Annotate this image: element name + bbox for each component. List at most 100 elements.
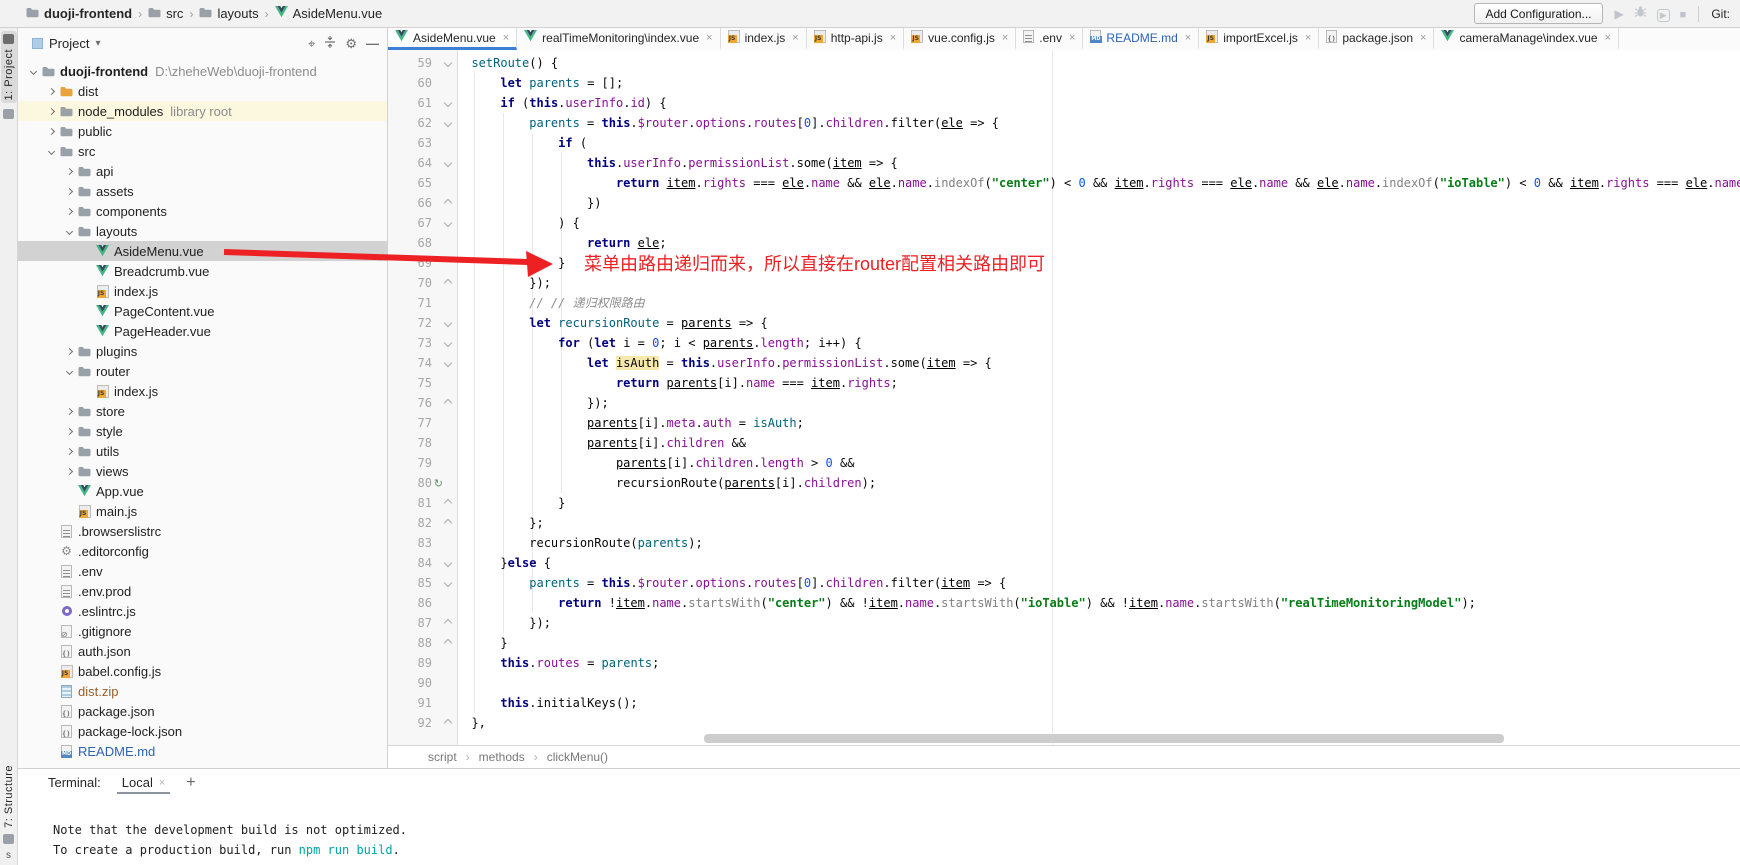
chevron-closed-icon[interactable] [44, 89, 58, 94]
tree-item-public[interactable]: public [18, 121, 387, 141]
close-icon[interactable]: × [503, 32, 509, 44]
tree-item-utils[interactable]: utils [18, 441, 387, 461]
tree-item-pagecontent-vue[interactable]: PageContent.vue [18, 301, 387, 321]
git-label[interactable]: Git: [1711, 7, 1730, 21]
run-icon[interactable]: ▶ [1615, 5, 1624, 23]
structure-stripe-label[interactable]: 7: Structure [3, 765, 15, 828]
chevron-closed-icon[interactable] [62, 209, 76, 214]
chevron-down-icon[interactable]: ▾ [95, 38, 100, 49]
terminal-tab-local[interactable]: Local × [117, 771, 171, 794]
add-configuration-button[interactable]: Add Configuration... [1474, 3, 1602, 24]
tab-realtimemonitoring-index-vue[interactable]: realTimeMonitoring\index.vue× [517, 28, 720, 50]
collapse-all-icon[interactable] [324, 36, 336, 51]
fold-close-icon[interactable] [432, 620, 457, 626]
tree-item-editorconfig[interactable]: ⚙.editorconfig [18, 541, 387, 561]
fold-open-icon[interactable] [432, 100, 457, 106]
tab-importexcel-js[interactable]: JSimportExcel.js× [1199, 28, 1319, 50]
fold-open-icon[interactable] [432, 120, 457, 126]
breadcrumb-item-layouts[interactable]: layouts [199, 6, 258, 21]
tree-item-plugins[interactable]: plugins [18, 341, 387, 361]
tree-item-dist[interactable]: dist [18, 81, 387, 101]
editor-breadcrumb-methods[interactable]: methods [479, 750, 525, 764]
tree-item-assets[interactable]: assets [18, 181, 387, 201]
fold-open-icon[interactable] [432, 160, 457, 166]
chevron-closed-icon[interactable] [44, 109, 58, 114]
recursive-call-icon[interactable]: ↻ [432, 477, 457, 490]
fold-open-icon[interactable] [432, 560, 457, 566]
tab-asidemenu-vue[interactable]: AsideMenu.vue× [388, 28, 517, 50]
coverage-icon[interactable]: ▶ [1657, 5, 1670, 23]
chevron-closed-icon[interactable] [62, 189, 76, 194]
tab-readme-md[interactable]: MDREADME.md× [1083, 28, 1199, 50]
chevron-open-icon[interactable] [44, 149, 58, 154]
tree-item-layouts[interactable]: layouts [18, 221, 387, 241]
tab-package-json[interactable]: {)package.json× [1319, 28, 1434, 50]
close-icon[interactable]: × [1002, 32, 1008, 44]
tree-item-components[interactable]: components [18, 201, 387, 221]
debug-icon[interactable] [1634, 5, 1647, 23]
chevron-closed-icon[interactable] [62, 169, 76, 174]
stripe-icon-bottom[interactable] [3, 834, 14, 844]
fold-open-icon[interactable] [432, 320, 457, 326]
tree-item-asidemenu-vue[interactable]: AsideMenu.vue [18, 241, 387, 261]
close-icon[interactable]: × [792, 32, 798, 44]
settings-icon[interactable]: ⚙ [345, 36, 357, 51]
tab-vue-config-js[interactable]: JSvue.config.js× [904, 28, 1016, 50]
stop-icon[interactable]: ■ [1680, 5, 1687, 23]
chevron-closed-icon[interactable] [62, 429, 76, 434]
fold-close-icon[interactable] [432, 400, 457, 406]
fold-close-icon[interactable] [432, 500, 457, 506]
tree-item-babel-config-js[interactable]: JSbabel.config.js [18, 661, 387, 681]
close-icon[interactable]: × [706, 32, 712, 44]
fold-close-icon[interactable] [432, 200, 457, 206]
tree-item-app-vue[interactable]: App.vue [18, 481, 387, 501]
tree-item-package-lock-json[interactable]: {)package-lock.json [18, 721, 387, 741]
chevron-open-icon[interactable] [62, 369, 76, 374]
close-icon[interactable]: × [159, 777, 165, 789]
tree-item-src[interactable]: src [18, 141, 387, 161]
chevron-open-icon[interactable] [62, 229, 76, 234]
tab-cameramanage-index-vue[interactable]: cameraManage\index.vue× [1434, 28, 1619, 50]
fold-close-icon[interactable] [432, 520, 457, 526]
fold-close-icon[interactable] [432, 280, 457, 286]
fold-open-icon[interactable] [432, 580, 457, 586]
chevron-closed-icon[interactable] [44, 129, 58, 134]
tab-index-js[interactable]: JSindex.js× [721, 28, 807, 50]
close-icon[interactable]: × [1185, 32, 1191, 44]
tree-item-browserslistrc[interactable]: .browserslistrc [18, 521, 387, 541]
fold-open-icon[interactable] [432, 340, 457, 346]
tree-item-auth-json[interactable]: {)auth.json [18, 641, 387, 661]
close-icon[interactable]: × [1420, 32, 1426, 44]
horizontal-scrollbar[interactable] [704, 734, 1504, 743]
tree-item-style[interactable]: style [18, 421, 387, 441]
tree-item-env-prod[interactable]: .env.prod [18, 581, 387, 601]
tree-item-node-modules[interactable]: node_moduleslibrary root [18, 101, 387, 121]
terminal-output[interactable]: Note that the development build is not o… [18, 796, 1740, 860]
fold-open-icon[interactable] [432, 220, 457, 226]
tree-item-router[interactable]: router [18, 361, 387, 381]
tab-env[interactable]: .env× [1016, 28, 1083, 50]
tree-item-readme-md[interactable]: MDREADME.md [18, 741, 387, 761]
tab-http-api-js[interactable]: JShttp-api.js× [807, 28, 904, 50]
tree-item-package-json[interactable]: {)package.json [18, 701, 387, 721]
tree-item-eslintrc-js[interactable]: .eslintrc.js [18, 601, 387, 621]
chevron-closed-icon[interactable] [62, 469, 76, 474]
tree-item-dist-zip[interactable]: dist.zip [18, 681, 387, 701]
close-icon[interactable]: × [1605, 32, 1611, 44]
tree-item-pageheader-vue[interactable]: PageHeader.vue [18, 321, 387, 341]
fold-open-icon[interactable] [432, 360, 457, 366]
fold-close-icon[interactable] [432, 640, 457, 646]
code-editor[interactable]: 59 setRoute() {60 let parents = [];61 if… [388, 50, 1740, 745]
tree-item-env[interactable]: .env [18, 561, 387, 581]
tree-item-main-js[interactable]: JSmain.js [18, 501, 387, 521]
close-icon[interactable]: × [1069, 32, 1075, 44]
tree-item-api[interactable]: api [18, 161, 387, 181]
new-terminal-icon[interactable]: + [186, 774, 195, 792]
breadcrumb-item-duoji-frontend[interactable]: duoji-frontend [26, 6, 132, 21]
close-icon[interactable]: × [1305, 32, 1311, 44]
breadcrumb-item-src[interactable]: src [148, 6, 183, 21]
tree-item-index-js[interactable]: JSindex.js [18, 381, 387, 401]
editor-breadcrumb-clickmenu[interactable]: clickMenu() [547, 750, 608, 764]
tree-item-index-js[interactable]: JSindex.js [18, 281, 387, 301]
hide-icon[interactable]: — [366, 36, 379, 51]
